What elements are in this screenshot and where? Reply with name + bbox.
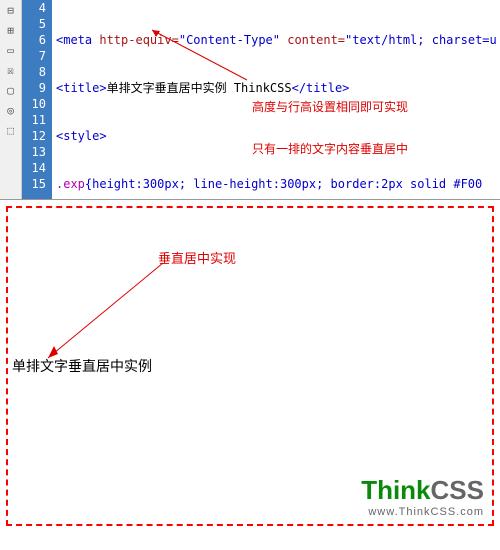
line-gutter: 4 5 6 7 8 9 10 11 12 13 14 15: [22, 0, 52, 199]
line-number: 4: [22, 0, 46, 16]
line-number: 11: [22, 112, 46, 128]
code-editor-pane: ⊟ ⊞ ▭ ☒ ▢ ◎ ⬚ 4 5 6 7 8 9 10 11 12 13 14…: [0, 0, 500, 200]
expand-icon[interactable]: ⊞: [3, 22, 19, 38]
watermark-logo: ThinkCSS www.ThinkCSS.com: [361, 475, 484, 518]
preview-pane: 单排文字垂直居中实例 垂直居中实现 ThinkCSS www.ThinkCSS.…: [0, 200, 500, 532]
annotation-arrow-icon: [38, 258, 168, 368]
editor-toolbar: ⊟ ⊞ ▭ ☒ ▢ ◎ ⬚: [0, 0, 22, 199]
line-number: 15: [22, 176, 46, 192]
annotation-text: 垂直居中实现: [158, 248, 236, 267]
box2-icon[interactable]: ☒: [3, 62, 19, 78]
annotation-text: 高度与行高设置相同即可实现 只有一排的文字内容垂直居中: [252, 72, 408, 184]
lock-icon[interactable]: ⬚: [3, 122, 19, 138]
box-icon[interactable]: ▭: [3, 42, 19, 58]
preview-text: 单排文字垂直居中实例: [12, 356, 152, 376]
bookmark-icon[interactable]: ▢: [3, 82, 19, 98]
target-icon[interactable]: ◎: [3, 102, 19, 118]
line-number: 13: [22, 144, 46, 160]
line-number: 12: [22, 128, 46, 144]
fold-icon[interactable]: ⊟: [3, 2, 19, 18]
line-number: 14: [22, 160, 46, 176]
line-number: 7: [22, 48, 46, 64]
line-number: 6: [22, 32, 46, 48]
line-number: 10: [22, 96, 46, 112]
line-number: 9: [22, 80, 46, 96]
line-number: 8: [22, 64, 46, 80]
preview-box: 单排文字垂直居中实例 垂直居中实现 ThinkCSS www.ThinkCSS.…: [6, 206, 494, 526]
line-number: 5: [22, 16, 46, 32]
code-area[interactable]: <meta http-equiv="Content-Type" content=…: [52, 0, 500, 199]
